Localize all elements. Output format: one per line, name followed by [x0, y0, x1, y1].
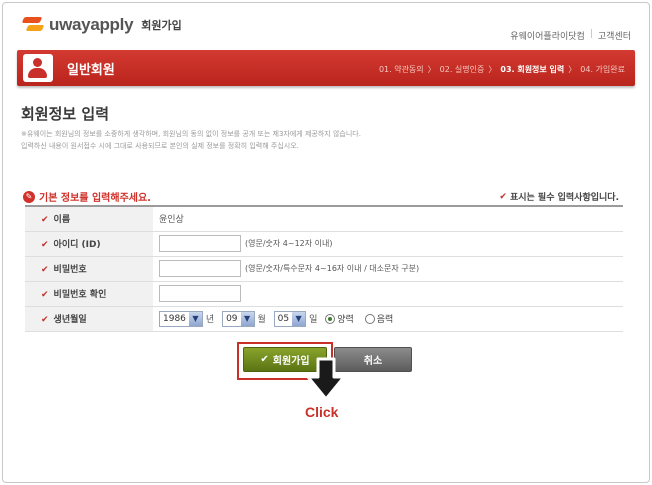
birth-year-select[interactable]: 1986 ▼ — [159, 310, 203, 327]
month-unit: 월 — [257, 315, 266, 325]
check-icon: ✔ — [41, 265, 49, 275]
brand-logo[interactable]: uwayapply 회원가입 — [21, 14, 182, 36]
step-3-active: 03. 회원정보 입력 — [500, 65, 565, 74]
chevron-down-icon: ▼ — [188, 311, 202, 326]
required-note-text: 표시는 필수 입력사항입니다. — [509, 193, 619, 203]
member-type-banner: 일반회원 01. 약관동의 〉 02. 실명인증 〉 03. 회원정보 입력 〉… — [17, 50, 635, 86]
top-header: uwayapply 회원가입 유웨이어플라이닷컴 | 고객센터 — [3, 3, 649, 45]
check-icon: ✔ — [41, 215, 49, 226]
id-hint: (영문/숫자 4~12자 이내) — [245, 239, 333, 248]
solar-radio[interactable] — [325, 313, 336, 324]
name-label: 이름 — [53, 215, 71, 226]
name-value: 윤인상 — [159, 215, 184, 226]
brand-name: uwayapply — [49, 15, 134, 34]
required-note: ✔ 표시는 필수 입력사항입니다. — [499, 190, 619, 204]
cancel-button-label: 취소 — [363, 356, 383, 367]
step-4: 04. 가입완료 — [580, 65, 625, 74]
id-input[interactable] — [159, 235, 241, 252]
pencil-icon: ✎ — [23, 190, 35, 203]
step-2: 02. 실명인증 — [439, 65, 485, 74]
banner-title: 일반회원 — [67, 63, 115, 78]
password-input[interactable] — [159, 260, 241, 277]
row-password: ✔ 비밀번호 (영문/숫자/특수문자 4~16자 이내 / 대소문자 구분) — [25, 256, 623, 282]
pointer-arrow-icon — [306, 357, 346, 401]
birth-month-value: 09 — [226, 313, 238, 324]
page-title: 회원정보 입력 — [21, 105, 110, 123]
password-label: 비밀번호 — [53, 265, 87, 275]
chevron-down-icon: ▼ — [292, 311, 306, 326]
row-name: ✔ 이름 윤인상 — [25, 206, 623, 232]
row-password-confirm: ✔ 비밀번호 확인 — [25, 281, 623, 307]
solar-label: 양력 — [337, 315, 354, 325]
signup-steps: 01. 약관동의 〉 02. 실명인증 〉 03. 회원정보 입력 〉 04. … — [379, 64, 625, 75]
password-hint: (영문/숫자/특수문자 4~16자 이내 / 대소문자 구분) — [245, 264, 420, 273]
year-unit: 년 — [205, 315, 215, 325]
lunar-radio[interactable] — [364, 313, 375, 324]
step-1: 01. 약관동의 — [378, 65, 424, 74]
check-icon: ✔ — [499, 191, 507, 202]
header-subtitle: 회원가입 — [141, 19, 182, 32]
uway-logo-icon — [21, 14, 45, 36]
chevron-right-icon: 〉 — [488, 65, 497, 74]
birth-year-value: 1986 — [163, 313, 186, 324]
birth-day-select[interactable]: 05 ▼ — [273, 310, 307, 327]
person-icon — [23, 54, 53, 82]
lunar-label: 음력 — [376, 315, 394, 325]
click-annotation: Click — [305, 404, 339, 420]
signup-window: uwayapply 회원가입 유웨이어플라이닷컴 | 고객센터 일반회원 01.… — [2, 2, 650, 483]
birth-month-select[interactable]: 09 ▼ — [222, 310, 255, 327]
member-info-form: ✔ 이름 윤인상 ✔ 아이디 (ID) (영문/숫자 4~12자 이내) ✔ 비밀번호… — [25, 205, 623, 332]
link-uwayapply[interactable]: 유웨이어플라이닷컴 — [510, 29, 585, 42]
privacy-notice: ※유웨이는 회원님의 정보를 소중하게 생각하며, 회원님의 동의 없이 정보를… — [21, 130, 361, 138]
chevron-right-icon: 〉 — [427, 65, 436, 74]
password-confirm-input[interactable] — [159, 285, 241, 302]
row-birth: ✔ 생년월일 1986 ▼ 년 09 ▼ 월 05 ▼ 일 양력 음력 — [25, 306, 623, 332]
birth-label: 생년월일 — [53, 315, 87, 325]
id-label: 아이디 (ID) — [53, 240, 101, 250]
top-links: 유웨이어플라이닷컴 | 고객센터 — [510, 29, 631, 42]
check-icon: ✔ — [41, 240, 49, 250]
check-icon: ✔ — [260, 354, 269, 365]
basic-info-heading: ✎ 기본 정보를 입력해주세요. — [23, 189, 151, 204]
check-icon: ✔ — [41, 315, 49, 325]
check-icon: ✔ — [41, 290, 49, 300]
link-separator: | — [589, 29, 593, 39]
link-customer-center[interactable]: 고객센터 — [598, 29, 631, 42]
input-notice: 입력하신 내용이 원서접수 시에 그대로 사용되므로 본인의 실제 정보를 정확… — [21, 142, 299, 150]
password-confirm-label: 비밀번호 확인 — [53, 290, 107, 300]
chevron-down-icon: ▼ — [240, 311, 254, 326]
birth-day-value: 05 — [277, 313, 290, 324]
day-unit: 일 — [309, 315, 318, 325]
chevron-right-icon: 〉 — [568, 65, 577, 74]
basic-info-label: 기본 정보를 입력해주세요. — [39, 193, 151, 204]
row-id: ✔ 아이디 (ID) (영문/숫자 4~12자 이내) — [25, 231, 623, 257]
